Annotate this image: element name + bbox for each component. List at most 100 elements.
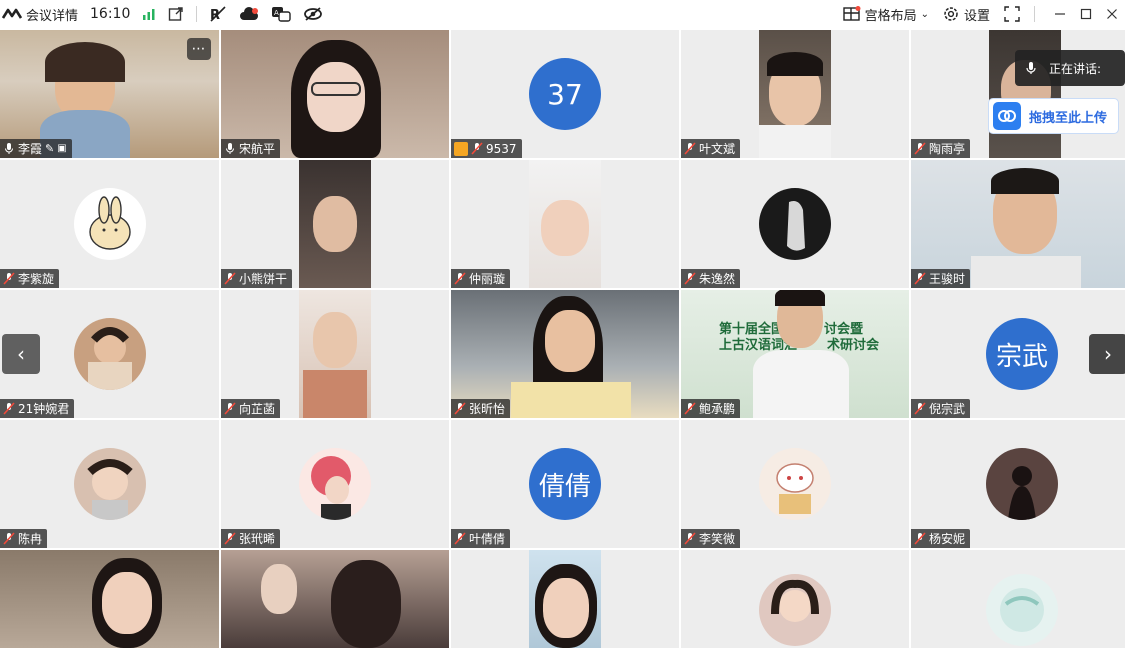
name-tag: 李紫旋 [0,269,60,288]
participant-tile[interactable]: 叶文斌 [681,30,909,158]
meeting-details-label: 会议详情 [26,8,79,24]
avatar: 37 [529,58,601,130]
participant-tile[interactable]: 朱逸然 [681,160,909,288]
meeting-details-button[interactable]: 会议详情 [2,5,78,24]
mic-muted-icon [684,142,696,155]
host-badge-icon [454,141,468,156]
name-tag: 朱逸然 [681,269,741,288]
cloud-icon[interactable] [239,7,259,21]
settings-label: 设置 [963,8,990,24]
prev-page-button[interactable]: ‹ [2,334,40,374]
participant-name: 朱逸然 [699,272,736,286]
speaking-indicator: 正在讲话: [1015,50,1125,86]
name-tag: 倪宗武 [911,399,971,418]
participant-tile[interactable]: 张玳晞 [221,420,449,548]
mic-icon [5,143,13,154]
banner-line2b: 术研讨会 [827,338,880,353]
participant-name: 李笑微 [699,532,736,546]
name-tag: 叶文斌 [681,139,741,158]
settings-button[interactable]: 设置 [943,5,990,24]
participant-tile[interactable]: 第十届全国 讨会暨 上古汉语词汇 术研讨会 鲍承鹏 [681,290,909,418]
participant-tile[interactable]: 宋航平 [221,30,449,158]
mic-muted-icon [914,272,926,285]
mic-icon [226,143,234,154]
participant-tile[interactable] [0,550,219,648]
participant-tile[interactable] [221,550,449,648]
chevron-down-icon: ⌄ [920,8,929,20]
mic-muted-icon [914,142,926,155]
participant-name: 9537 [486,141,517,156]
participant-tile[interactable] [681,550,909,648]
mic-muted-icon [684,272,696,285]
name-tag: 陶雨亭 [911,139,971,158]
participant-tile[interactable]: 小熊饼干 [221,160,449,288]
popout-icon[interactable] [168,6,184,22]
mic-muted-icon [454,272,466,285]
hide-video-icon[interactable] [303,7,323,21]
name-tag: 叶倩倩 [451,529,511,548]
participant-name: 宋航平 [239,142,276,156]
participant-tile[interactable]: ⋯ 李霞 ✎ ▣ [0,30,219,158]
participant-name: 小熊饼干 [239,272,288,286]
avatar [986,448,1058,520]
name-tag: 向芷菡 [221,399,281,418]
share-icon: ▣ [57,143,67,154]
mic-muted-icon [3,532,15,545]
participant-name: 21钟婉君 [18,402,70,416]
participant-tile[interactable]: 李笑微 [681,420,909,548]
name-tag: 张玳晞 [221,529,281,548]
participant-tile[interactable]: 张昕怡 [451,290,679,418]
participant-tile[interactable] [911,550,1125,648]
cloud-upload-icon [993,102,1021,130]
participant-tile[interactable] [451,550,679,648]
next-page-button[interactable]: › [1089,334,1125,374]
participant-tile[interactable]: 向芷菡 [221,290,449,418]
tencent-meeting-logo-icon [2,8,22,19]
participant-name: 陈冉 [18,532,43,546]
svg-text:A: A [274,9,279,17]
mic-muted-icon [224,532,236,545]
mic-muted-icon [684,402,696,415]
layout-label: 宫格布局 [864,8,917,24]
record-off-icon[interactable]: R [209,6,227,22]
name-tag: 李霞 ✎ ▣ [0,139,72,158]
participant-tile[interactable]: 王骏时 [911,160,1125,288]
name-tag: 杨安妮 [911,529,971,548]
participant-name: 鲍承鹏 [699,402,736,416]
participant-tile[interactable]: 仲丽璇 [451,160,679,288]
avatar [759,188,831,260]
top-bar: 会议详情 16:10 R A 宫格布局 ⌄ 设置 [0,0,1125,28]
mic-muted-icon [914,532,926,545]
participant-tile[interactable]: 陈冉 [0,420,219,548]
fullscreen-icon[interactable] [1004,6,1020,22]
name-tag: 鲍承鹏 [681,399,741,418]
minimize-icon[interactable] [1047,0,1073,28]
more-options-button[interactable]: ⋯ [187,38,211,60]
mic-muted-icon [914,402,926,415]
mic-muted-icon [3,272,15,285]
participant-name: 叶文斌 [699,142,736,156]
participant-tile[interactable]: 李紫旋 [0,160,219,288]
avatar [986,574,1058,646]
name-tag: 宋航平 [221,139,281,158]
name-tag: 李笑微 [681,529,741,548]
participant-name: 李紫旋 [18,272,55,286]
avatar [73,188,146,260]
translate-icon[interactable]: A [271,6,292,22]
signal-icon[interactable] [142,7,156,21]
participant-name: 叶倩倩 [469,532,506,546]
mic-muted-icon [471,142,483,155]
pen-icon: ✎ [45,142,55,155]
maximize-icon[interactable] [1073,0,1099,28]
gear-icon [944,7,958,21]
mic-muted-icon [3,402,15,415]
avatar [73,448,146,520]
participant-tile[interactable]: 杨安妮 [911,420,1125,548]
layout-dropdown[interactable]: 宫格布局 ⌄ [842,5,929,24]
participant-tile[interactable]: 倩倩 叶倩倩 [451,420,679,548]
name-tag: 9537 [451,139,522,158]
close-icon[interactable] [1099,0,1125,28]
participant-name: 王骏时 [929,272,966,286]
drag-upload-button[interactable]: 拖拽至此上传 [988,98,1119,134]
participant-tile[interactable]: 37 9537 [451,30,679,158]
